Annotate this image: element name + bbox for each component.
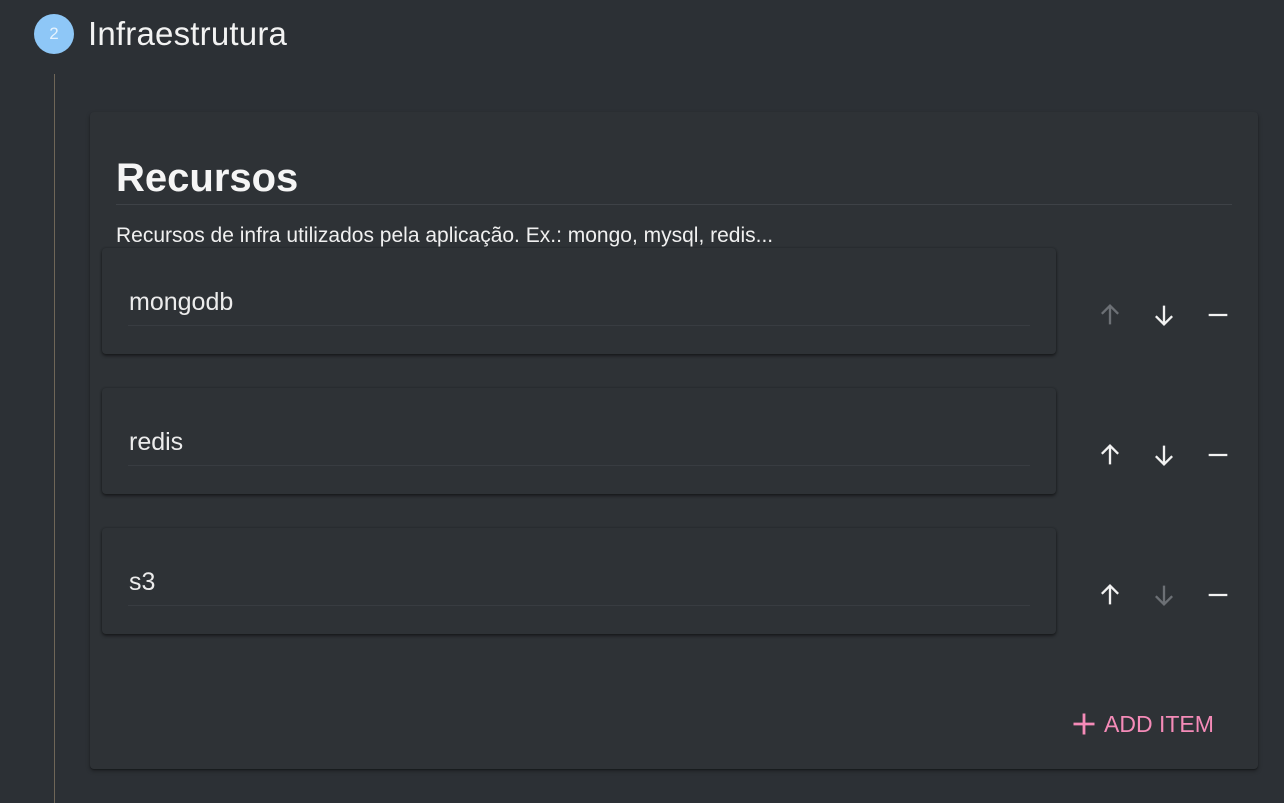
- input-underline: [128, 325, 1030, 326]
- remove-item-button[interactable]: [1198, 435, 1238, 475]
- resource-item-value[interactable]: mongodb: [129, 288, 233, 317]
- move-down-button[interactable]: [1144, 295, 1184, 335]
- section-divider: [116, 204, 1232, 205]
- move-up-button[interactable]: [1090, 295, 1130, 335]
- minus-icon: [1208, 313, 1228, 317]
- step-number-badge: 2: [34, 14, 74, 54]
- resource-item-field[interactable]: s3: [102, 528, 1056, 634]
- move-up-button[interactable]: [1090, 575, 1130, 615]
- step-title: Infraestrutura: [88, 15, 288, 52]
- section-description: Recursos de infra utilizados pela aplica…: [116, 224, 774, 247]
- move-down-button[interactable]: [1144, 575, 1184, 615]
- add-item-label: ADD ITEM: [1104, 710, 1214, 737]
- input-underline: [128, 465, 1030, 466]
- step-header: 2 Infraestrutura: [34, 14, 287, 54]
- arrow-down-icon: [1155, 585, 1173, 606]
- resource-item-value[interactable]: s3: [129, 568, 155, 597]
- resources-card: Recursos Recursos de infra utilizados pe…: [90, 112, 1258, 769]
- resource-item-field[interactable]: redis: [102, 388, 1056, 494]
- resource-item-value[interactable]: redis: [129, 428, 183, 457]
- add-item-button[interactable]: ADD ITEM: [1070, 708, 1214, 740]
- minus-icon: [1208, 593, 1228, 597]
- input-underline: [128, 605, 1030, 606]
- remove-item-button[interactable]: [1198, 295, 1238, 335]
- resource-item-field[interactable]: mongodb: [102, 248, 1056, 354]
- arrow-up-icon: [1101, 304, 1119, 325]
- form-page: 2 Infraestrutura Recursos Recursos de in…: [0, 0, 1284, 803]
- section-title: Recursos: [116, 156, 299, 200]
- plus-icon: [1073, 713, 1095, 735]
- step-connector-line: [54, 74, 55, 803]
- move-down-button[interactable]: [1144, 435, 1184, 475]
- arrow-down-icon: [1155, 445, 1173, 466]
- remove-item-button[interactable]: [1198, 575, 1238, 615]
- minus-icon: [1208, 453, 1228, 457]
- arrow-down-icon: [1155, 305, 1173, 326]
- arrow-up-icon: [1101, 584, 1119, 605]
- move-up-button[interactable]: [1090, 435, 1130, 475]
- arrow-up-icon: [1101, 444, 1119, 465]
